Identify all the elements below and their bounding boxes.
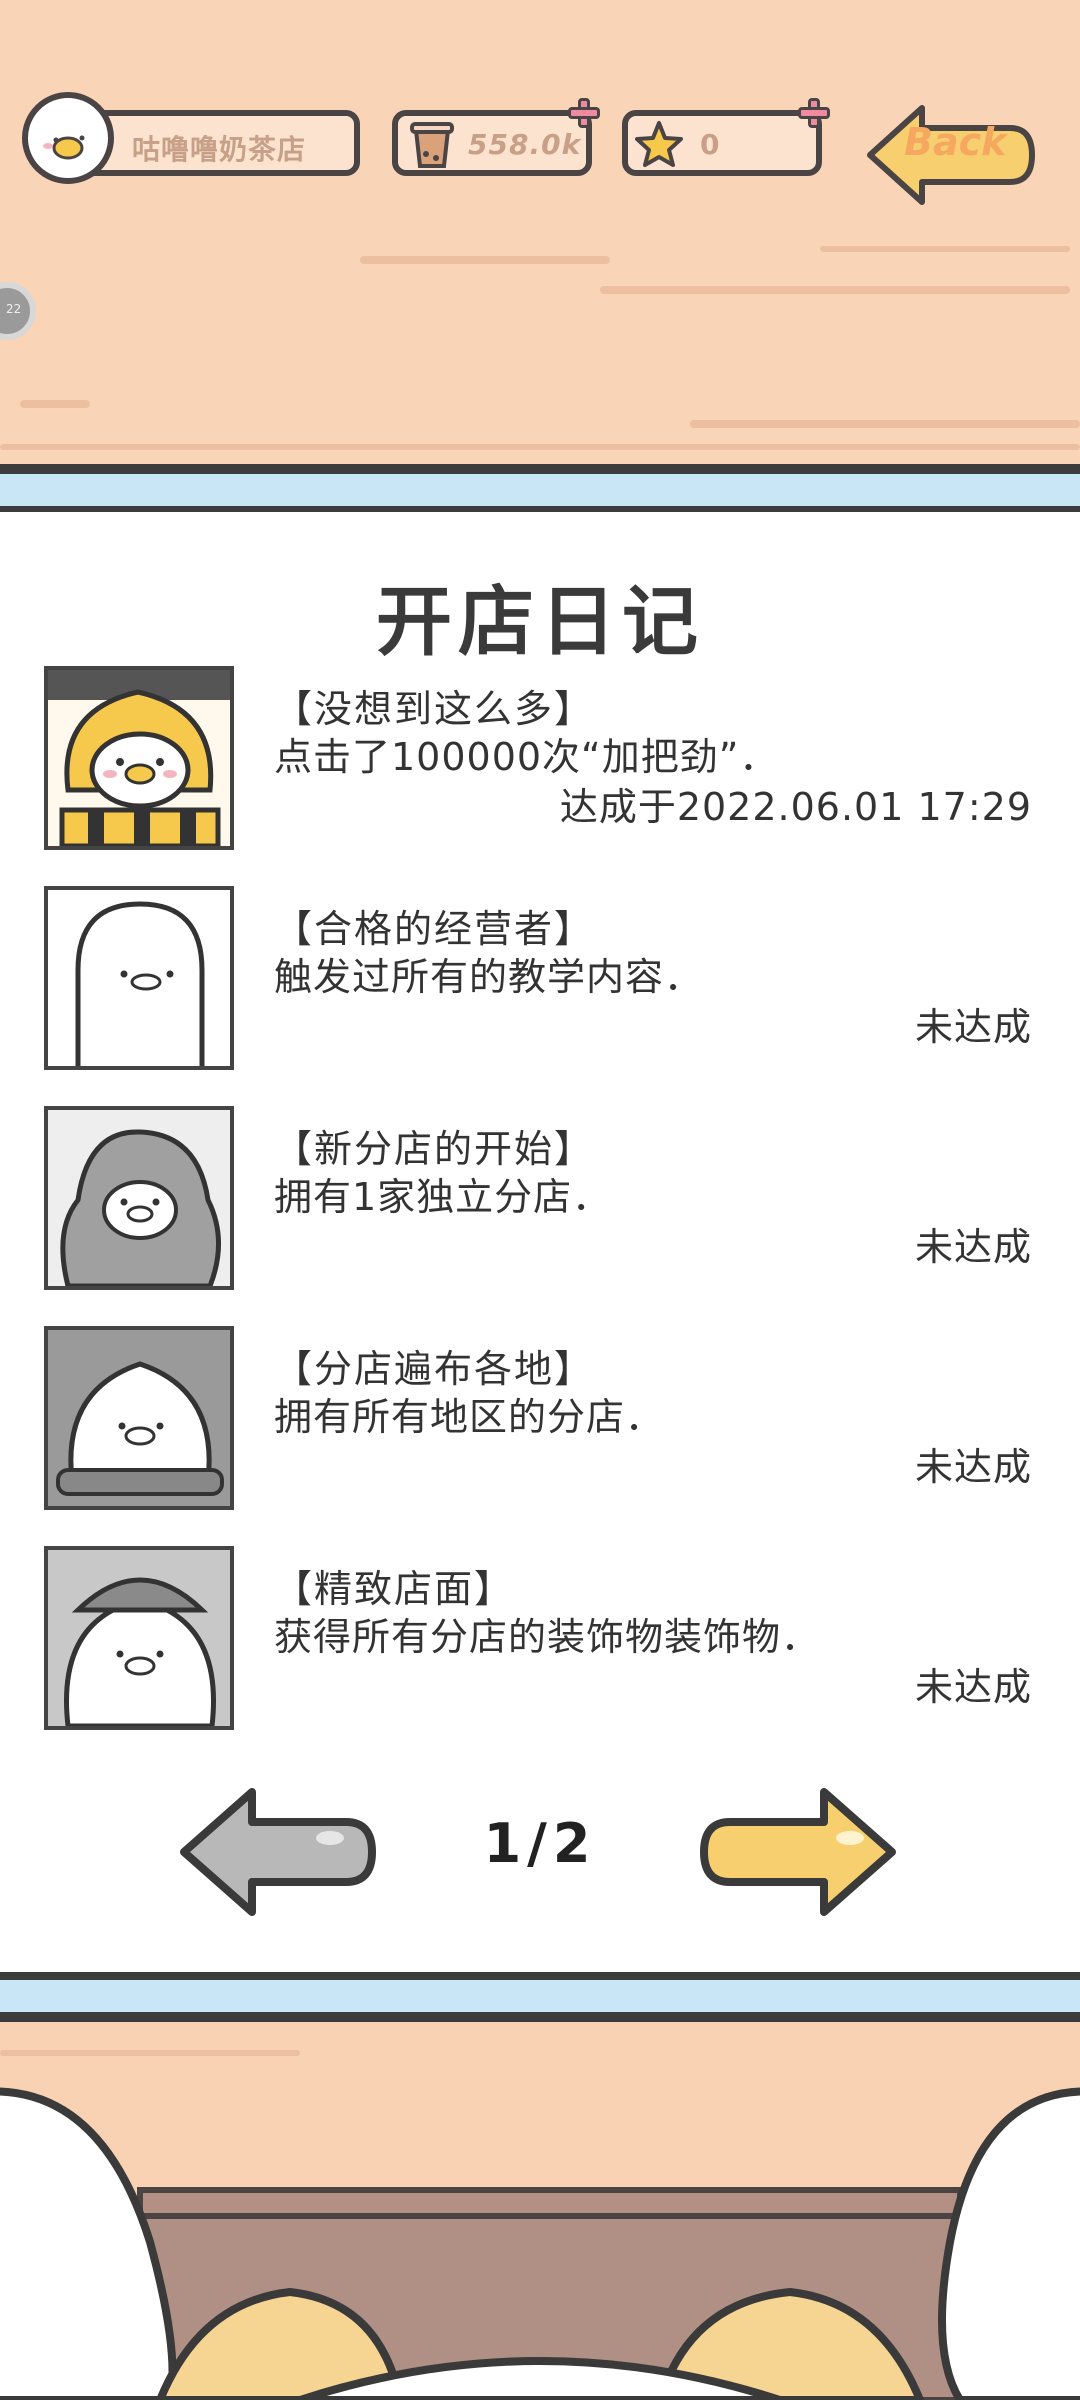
entry-title: 【新分店的开始】 (274, 1127, 595, 1171)
entry-title: 【没想到这么多】 (274, 687, 595, 731)
coin-amount: 558.0k (468, 128, 582, 161)
entry-description: 点击了100000次“加把劲”． (274, 735, 779, 779)
shop-avatar[interactable] (22, 92, 114, 184)
star-counter[interactable]: 0 (622, 98, 830, 176)
side-circle-button[interactable]: 22 (0, 282, 36, 340)
pagination: 1/2 (0, 1782, 1080, 1922)
panel-bottom-border (0, 1972, 1080, 2022)
wood-grain (360, 256, 610, 264)
entry-status: 未达成 (914, 1225, 1032, 1269)
wood-grain (820, 246, 1070, 252)
add-stars-plus-icon[interactable] (798, 98, 830, 128)
star-amount: 0 (700, 128, 721, 161)
entry-status: 未达成 (914, 1665, 1032, 1709)
achievement-thumbnail (44, 886, 234, 1070)
entry-title: 【合格的经营者】 (274, 907, 595, 951)
panel-top-border (0, 464, 1080, 512)
entry-title: 【分店遍布各地】 (274, 1347, 595, 1391)
gray-duck-icon (60, 1129, 221, 1286)
scarf-duck-icon (56, 1361, 224, 1496)
diary-entry: 【精致店面】 获得所有分店的装饰物装饰物． 未达成 (44, 1546, 1034, 1736)
back-button[interactable]: Back (860, 100, 1040, 210)
back-button-label: Back (904, 120, 1007, 164)
diary-entry: 【新分店的开始】 拥有1家独立分店． 未达成 (44, 1106, 1034, 1296)
page-title: 开店日记 (376, 577, 704, 666)
next-page-button[interactable] (700, 1782, 900, 1922)
entry-status: 达成于2022.06.01 17:29 (559, 785, 1032, 829)
previous-page-button[interactable] (176, 1782, 376, 1922)
achievement-thumbnail (44, 1326, 234, 1510)
white-ghost-duck-icon (75, 901, 205, 1066)
entry-status: 未达成 (914, 1445, 1032, 1489)
beanie-duck-icon (64, 1577, 216, 1726)
left-arrow-icon (180, 1788, 376, 1916)
star-icon (635, 121, 683, 167)
duck-peeking-illustration (0, 2050, 1080, 2400)
achievement-thumbnail (44, 1106, 234, 1290)
coin-counter[interactable]: 558.0k (392, 98, 600, 176)
wood-grain (600, 286, 1070, 294)
entry-title: 【精致店面】 (274, 1567, 515, 1611)
entry-description: 触发过所有的教学内容． (274, 955, 704, 999)
entry-description: 拥有所有地区的分店． (274, 1395, 665, 1439)
wood-grain (690, 420, 1080, 428)
top-hud-area: 咕噜噜奶茶店 558.0k 0 Back 22 (0, 0, 1080, 470)
milk-tea-icon (410, 122, 454, 168)
achievement-thumbnail (44, 1546, 234, 1730)
achievement-thumbnail (44, 666, 234, 850)
right-arrow-icon (700, 1788, 896, 1916)
duck-icon (43, 135, 85, 160)
diary-panel: 开店日记 【没想到这么多】 点击了100000次“加把劲”． 达成于2022.0… (0, 512, 1080, 1972)
page-indicator: 1/2 (483, 1812, 597, 1875)
entry-description: 拥有1家独立分店． (274, 1175, 612, 1219)
shop-name-label: 咕噜噜奶茶店 (132, 133, 307, 166)
diary-entry: 【没想到这么多】 点击了100000次“加把劲”． 达成于2022.06.01 … (44, 666, 1034, 856)
entry-status: 未达成 (914, 1005, 1032, 1049)
add-coins-plus-icon[interactable] (568, 98, 600, 128)
side-button-label: 22 (6, 302, 22, 316)
entry-description: 获得所有分店的装饰物装饰物． (274, 1615, 821, 1659)
diary-entry: 【分店遍布各地】 拥有所有地区的分店． 未达成 (44, 1326, 1034, 1516)
wood-grain (0, 444, 1080, 450)
diary-entry: 【合格的经营者】 触发过所有的教学内容． 未达成 (44, 886, 1034, 1076)
yellow-hood-duck-icon (48, 670, 230, 846)
bottom-scene (0, 2022, 1080, 2400)
wood-grain (20, 400, 90, 408)
